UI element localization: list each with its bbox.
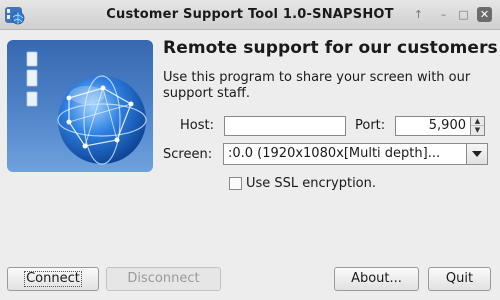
close-icon[interactable]: ✕: [477, 7, 492, 22]
connect-button[interactable]: Connect: [7, 267, 99, 291]
port-stepper[interactable]: ▲ ▼: [471, 116, 485, 136]
screen-select-value: :0.0 (1920x1080x[Multi depth]...: [228, 146, 441, 161]
maximize-icon[interactable]: □: [456, 7, 471, 22]
stepper-up-icon[interactable]: ▲: [471, 117, 484, 126]
document-icon: [26, 51, 38, 107]
description-text: Use this program to share your screen wi…: [163, 70, 471, 101]
disconnect-button[interactable]: Disconnect: [106, 267, 221, 291]
port-input[interactable]: 5,900: [395, 116, 471, 136]
ssl-checkbox-label[interactable]: Use SSL encryption.: [246, 176, 376, 191]
banner-image: [7, 40, 153, 172]
stepper-down-icon[interactable]: ▼: [471, 126, 484, 135]
host-input[interactable]: [224, 116, 346, 136]
chevron-down-icon[interactable]: [466, 144, 487, 164]
screen-select[interactable]: :0.0 (1920x1080x[Multi depth]...: [223, 143, 488, 165]
page-heading: Remote support for our customers: [163, 38, 498, 58]
ssl-checkbox[interactable]: [229, 177, 242, 190]
host-label: Host:: [180, 118, 214, 133]
globe-icon: [57, 75, 147, 165]
screen-label: Screen:: [163, 147, 213, 162]
about-button[interactable]: About...: [334, 267, 419, 291]
port-label: Port:: [355, 118, 386, 133]
quit-button[interactable]: Quit: [428, 267, 491, 291]
connect-button-label: Connect: [24, 271, 82, 287]
title-bar: Customer Support Tool 1.0-SNAPSHOT ↑ – □…: [0, 0, 500, 30]
minimize-icon[interactable]: –: [436, 7, 451, 22]
window-up-icon[interactable]: ↑: [411, 7, 426, 22]
